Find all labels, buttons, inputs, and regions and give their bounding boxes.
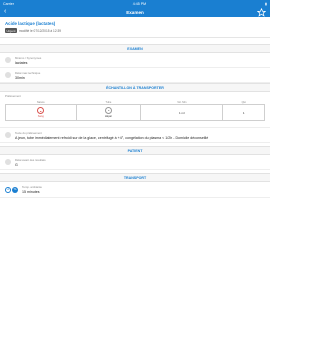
blood-drop-icon: ◒ xyxy=(37,107,45,114)
status-bar: Carrier 4:45 PM ▮ xyxy=(0,0,270,7)
field-value: G xyxy=(15,162,18,167)
section-patient: PATIENT xyxy=(0,146,270,155)
field-value: 15 minutes xyxy=(22,190,40,194)
clock: 4:45 PM xyxy=(132,1,147,6)
table-row: ◒ Sang ◔ Hépar 1 ml 1 xyxy=(5,104,265,121)
field-value: A jeun, tube immédiatement refroidi sur … xyxy=(15,135,209,140)
field-delai: Délai max technique 30min xyxy=(0,68,270,83)
cell-vol: 1 ml xyxy=(140,104,224,121)
field-label: Mnémo / Synonymes xyxy=(15,55,42,60)
field-label: Délai max technique xyxy=(15,70,41,75)
exam-title: Acide lactique (lactates) xyxy=(5,21,56,26)
section-examen: EXAMEN xyxy=(0,44,270,53)
tube-icon: ◔ xyxy=(104,107,112,114)
table-title: Prélèvement xyxy=(5,94,21,98)
field-transport: +4 TA Temp. ambiante 15 minutes xyxy=(0,182,270,198)
temperature-4-icon: +4 xyxy=(5,186,11,193)
cell-tube: ◔ Hépar xyxy=(75,104,142,121)
field-label: Texte du prélèvement xyxy=(15,130,42,135)
sample-table: Nature Tube Vol. Min Qté ◒ Sang ◔ Hépar … xyxy=(5,100,265,121)
battery-icon: ▮ xyxy=(265,1,267,6)
exam-header: Acide lactique (lactates) Urgent modifié… xyxy=(0,17,270,38)
field-icon xyxy=(5,56,11,63)
star-icon[interactable] xyxy=(257,7,266,17)
temperature-ambient-icon: TA xyxy=(12,186,18,193)
sample-table-wrap: Prélèvement Nature Tube Vol. Min Qté ◒ S… xyxy=(0,92,270,128)
back-button[interactable]: ‹ xyxy=(4,7,6,17)
field-patient: Délai avant des résultats G xyxy=(0,155,270,170)
field-label: Temp. ambiante xyxy=(22,185,42,189)
info-icon xyxy=(5,131,11,138)
page-title: Examen xyxy=(126,9,144,15)
cell-nature: ◒ Sang xyxy=(5,104,77,121)
person-icon xyxy=(5,158,11,165)
section-echantillon: ÉCHANTILLON À TRANSPORTER xyxy=(0,83,270,92)
section-transport: TRANSPORT xyxy=(0,173,270,182)
nature-label: Sang xyxy=(37,115,44,118)
carrier-label: Carrier xyxy=(3,1,14,6)
updated-text: modifié le 07/12/2015 à 12:39 xyxy=(19,28,62,33)
field-libelle: Mnémo / Synonymes lactates xyxy=(0,53,270,68)
nav-bar: ‹ Examen xyxy=(0,7,270,17)
cell-qty: 1 xyxy=(222,104,265,121)
field-label: Délai avant des résultats xyxy=(15,157,46,162)
field-value: lactates xyxy=(15,60,28,65)
field-value: 30min xyxy=(15,75,25,80)
clock-icon xyxy=(5,71,11,78)
field-preanalytique: Texte du prélèvement A jeun, tube immédi… xyxy=(0,128,270,143)
tube-label: Hépar xyxy=(104,115,112,118)
urgency-badge: Urgent xyxy=(5,28,18,33)
